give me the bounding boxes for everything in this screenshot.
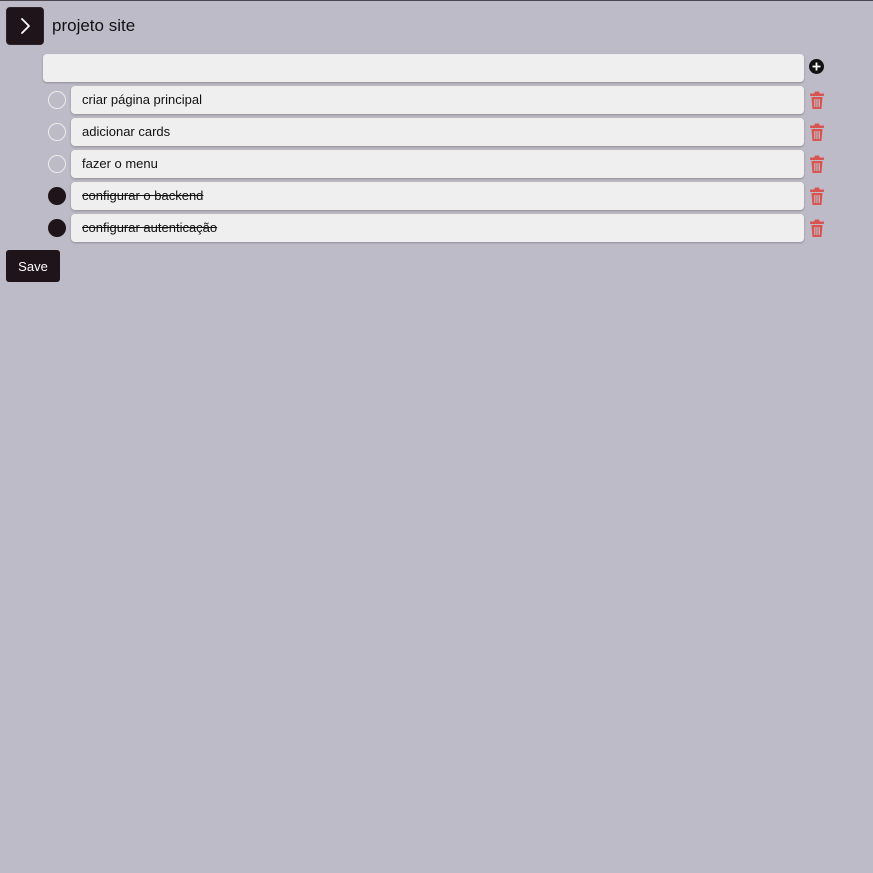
trash-icon[interactable] — [809, 155, 825, 173]
task-complete-toggle[interactable] — [48, 187, 66, 205]
trash-icon[interactable] — [809, 187, 825, 205]
task-text[interactable]: configurar o backend — [71, 182, 804, 210]
task-item: adicionar cards — [0, 118, 873, 146]
task-complete-toggle[interactable] — [48, 123, 66, 141]
trash-icon[interactable] — [809, 91, 825, 109]
task-complete-toggle[interactable] — [48, 155, 66, 173]
task-item: criar página principal — [0, 86, 873, 114]
task-complete-toggle[interactable] — [48, 219, 66, 237]
task-text[interactable]: adicionar cards — [71, 118, 804, 146]
trash-icon[interactable] — [809, 123, 825, 141]
task-list: criar página principal adicionar cards f… — [0, 86, 873, 246]
add-task-button[interactable] — [809, 59, 824, 74]
save-button[interactable]: Save — [6, 250, 60, 282]
task-text[interactable]: criar página principal — [71, 86, 804, 114]
task-text[interactable]: configurar autenticação — [71, 214, 804, 242]
task-item: configurar autenticação — [0, 214, 873, 242]
plus-circle-icon — [812, 62, 821, 71]
chevron-right-icon — [21, 18, 30, 34]
task-item: fazer o menu — [0, 150, 873, 178]
task-item: configurar o backend — [0, 182, 873, 210]
task-text[interactable]: fazer o menu — [71, 150, 804, 178]
header: projeto site — [6, 7, 135, 45]
page-title: projeto site — [52, 16, 136, 35]
sidebar-toggle-button[interactable] — [6, 7, 44, 45]
task-complete-toggle[interactable] — [48, 91, 66, 109]
new-task-input[interactable] — [43, 54, 804, 82]
trash-icon[interactable] — [809, 219, 825, 237]
